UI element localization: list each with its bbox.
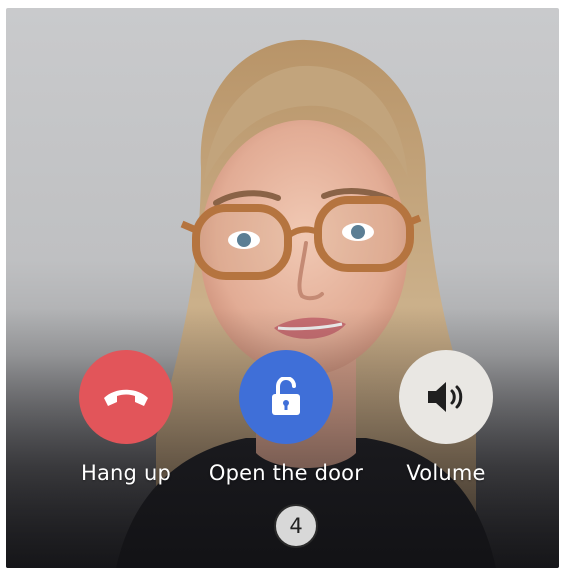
- volume-button[interactable]: [399, 350, 493, 444]
- phone-hangup-icon: [101, 384, 151, 410]
- call-countdown-badge: 4: [274, 504, 318, 548]
- unlock-icon: [268, 377, 304, 417]
- intercom-call-screen: Hang up Open the door Volume 4: [6, 8, 559, 568]
- open-door-label: Open the door: [208, 461, 364, 485]
- volume-label: Volume: [406, 461, 486, 485]
- hang-up-label: Hang up: [80, 461, 171, 485]
- speaker-icon: [424, 379, 468, 415]
- hang-up-button[interactable]: [79, 350, 173, 444]
- open-door-button[interactable]: [239, 350, 333, 444]
